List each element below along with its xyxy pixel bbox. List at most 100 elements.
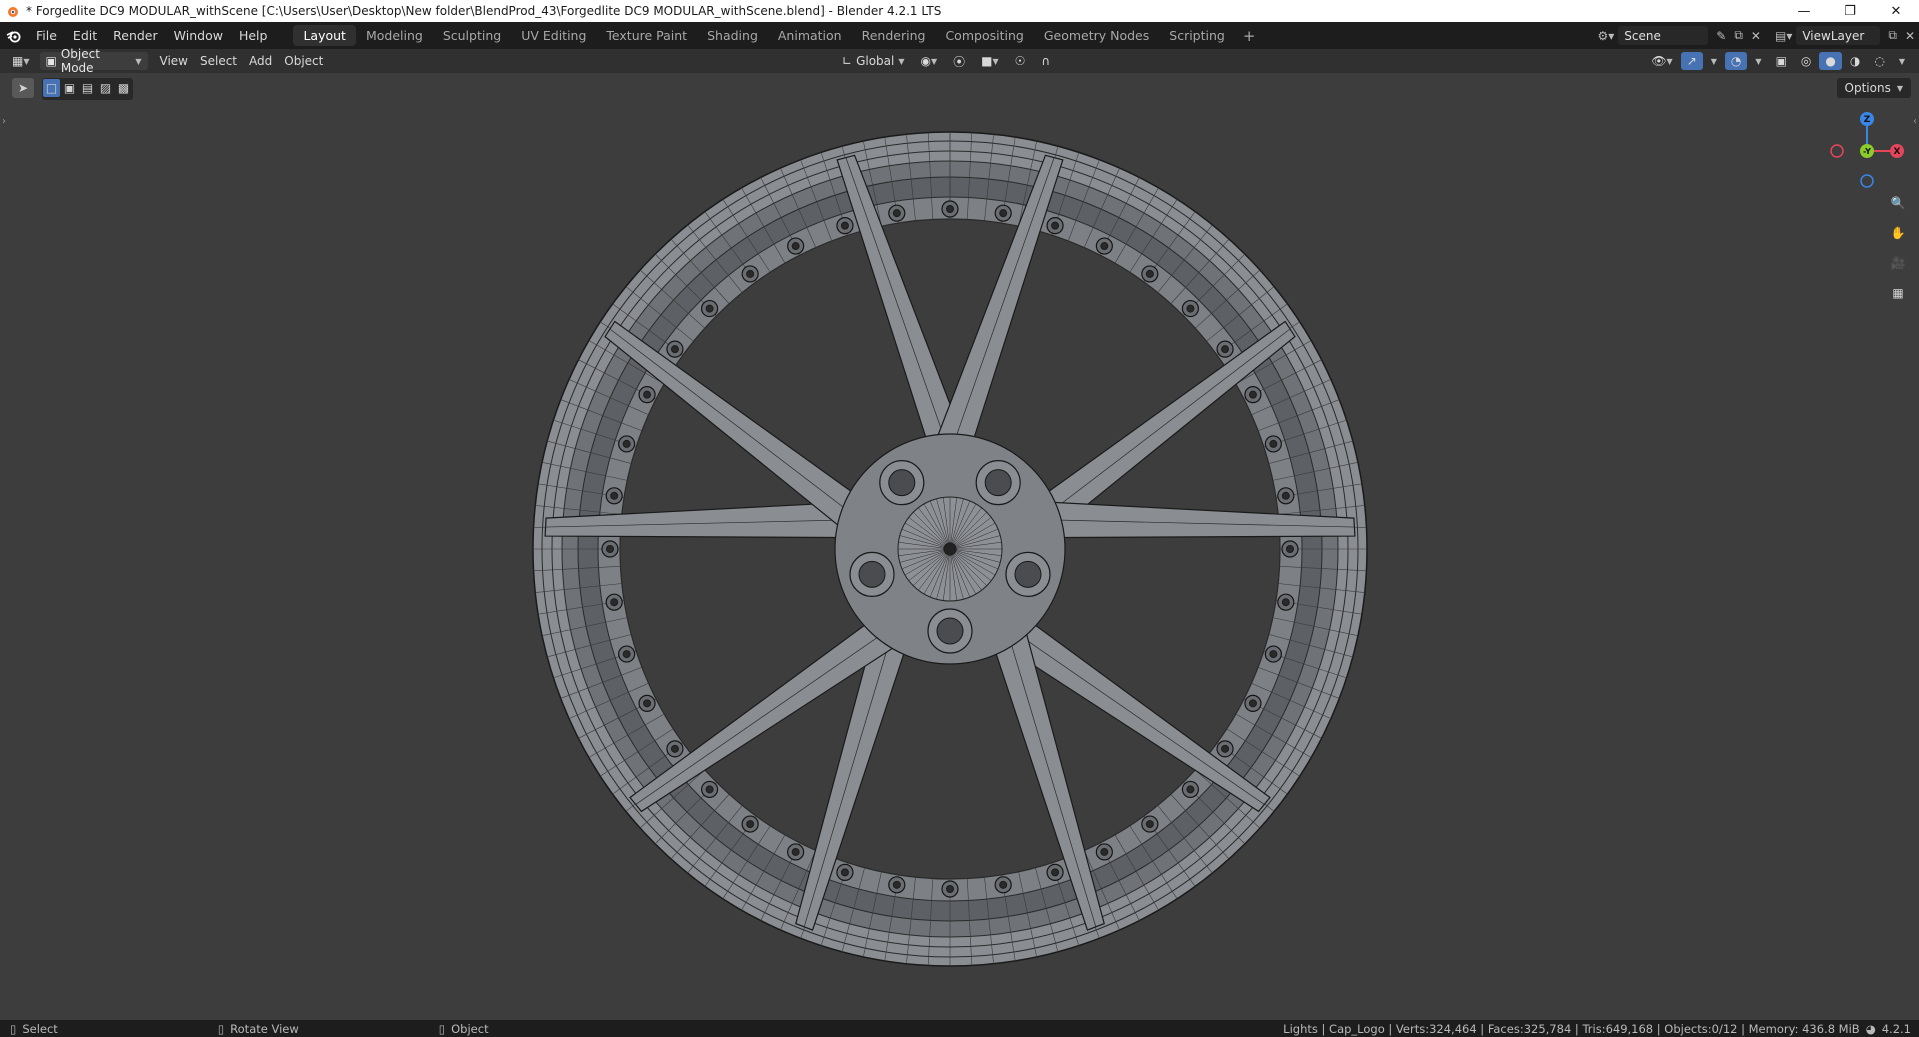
overlays-toggle-icon[interactable]: ◔ bbox=[1724, 52, 1748, 70]
gizmo-z-label: Z bbox=[1864, 115, 1871, 125]
version-label: 4.2.1 bbox=[1881, 1021, 1911, 1036]
snap-target-icon[interactable]: ■ ▼ bbox=[975, 52, 1005, 70]
pin-scene-icon[interactable]: ✎ bbox=[1712, 29, 1730, 43]
scene-type-icon[interactable]: ⚙▾ bbox=[1594, 29, 1619, 43]
menu-view[interactable]: View bbox=[154, 52, 194, 70]
close-window-button[interactable]: ✕ bbox=[1873, 0, 1919, 22]
tab-texture-paint[interactable]: Texture Paint bbox=[596, 25, 697, 46]
menu-edit[interactable]: Edit bbox=[65, 28, 105, 43]
status-bar: ▯ Select ▯ Rotate View ▯ Object Lights |… bbox=[0, 1020, 1919, 1037]
delete-view-layer-icon[interactable]: ✕ bbox=[1901, 29, 1919, 43]
overlays-dropdown-icon[interactable]: ▼ bbox=[1749, 52, 1767, 70]
status-hint-select: ▯ Select bbox=[10, 1022, 58, 1036]
tab-scripting[interactable]: Scripting bbox=[1159, 25, 1235, 46]
viewport-header: ▦ ▼ ▣ Object Mode ▼ View Select Add Objec… bbox=[0, 47, 1919, 75]
window-title: * Forgedlite DC9 MODULAR_withScene [C:\U… bbox=[26, 4, 942, 18]
sidebar-expand-icon[interactable]: ‹ bbox=[1913, 116, 1917, 127]
falloff-icon[interactable]: ∩ bbox=[1035, 52, 1056, 70]
tab-shading[interactable]: Shading bbox=[697, 25, 768, 46]
hint-object-label: Object bbox=[451, 1021, 489, 1036]
options-dropdown[interactable]: Options ▼ bbox=[1836, 78, 1911, 98]
object-mode-icon: ▣ bbox=[45, 54, 57, 68]
globe-icon: ◕ bbox=[1865, 1021, 1876, 1036]
viewport-display-controls: 👁 ▼ ↗ ▼ ◔ ▼ ▣ ◎ ● ◑ ◌ ▼ bbox=[1645, 52, 1911, 70]
material-shading-icon[interactable]: ◑ bbox=[1844, 52, 1866, 70]
chevron-down-icon: ▼ bbox=[135, 56, 142, 66]
visibility-icon[interactable]: 👁 ▼ bbox=[1645, 52, 1678, 70]
toolbar-expand-icon[interactable]: › bbox=[2, 116, 6, 127]
navigation-gizmo[interactable]: Z X -Y bbox=[1827, 111, 1907, 191]
mouse-middle-icon: ▯ bbox=[217, 1021, 225, 1036]
workspace-tabs: Layout Modeling Sculpting UV Editing Tex… bbox=[293, 22, 1263, 49]
menu-file[interactable]: File bbox=[28, 28, 65, 43]
pivot-point-icon[interactable]: ◉ ▼ bbox=[915, 52, 944, 70]
snap-icon[interactable]: ⦿ bbox=[947, 52, 971, 70]
solid-shading-icon[interactable]: ● bbox=[1819, 52, 1842, 70]
add-workspace-icon[interactable]: + bbox=[1235, 27, 1264, 45]
orientation-dropdown[interactable]: ∟ Global ▼ bbox=[836, 52, 911, 70]
transform-controls: ∟ Global ▼ ◉ ▼ ⦿ ■ ▼ ☉ ∩ bbox=[836, 52, 1056, 70]
menu-select[interactable]: Select bbox=[194, 52, 243, 70]
mode-label: Object Mode bbox=[60, 47, 100, 75]
menu-add[interactable]: Add bbox=[243, 52, 278, 70]
tab-sculpting[interactable]: Sculpting bbox=[433, 25, 511, 46]
view-layer-type-icon[interactable]: ▤▾ bbox=[1771, 29, 1796, 43]
delete-scene-icon[interactable]: ✕ bbox=[1747, 29, 1765, 43]
hint-rotate-label: Rotate View bbox=[230, 1021, 299, 1036]
editor-type-icon[interactable]: ▦ ▼ bbox=[6, 52, 36, 70]
gizmo-x-label: X bbox=[1894, 147, 1901, 157]
3d-viewport[interactable]: Z X -Y 🔍 ✋ 🎥 ▦ bbox=[0, 73, 1919, 1020]
minimize-button[interactable]: — bbox=[1781, 0, 1827, 22]
selection-mode-buttons: □ ▣ ▤ ▨ ▩ bbox=[42, 78, 133, 100]
tab-geometry-nodes[interactable]: Geometry Nodes bbox=[1034, 25, 1159, 46]
select-extend-icon[interactable]: ▣ bbox=[61, 79, 78, 97]
select-new-icon[interactable]: □ bbox=[43, 79, 60, 97]
hint-select-label: Select bbox=[22, 1021, 58, 1036]
new-view-layer-icon[interactable]: ⧉ bbox=[1884, 28, 1901, 43]
blender-menu-icon[interactable] bbox=[0, 29, 28, 43]
select-invert-icon[interactable]: ▨ bbox=[97, 79, 114, 97]
gizmo-dropdown-icon[interactable]: ▼ bbox=[1705, 52, 1723, 70]
scene-statistics: Lights | Cap_Logo | Verts:324,464 | Face… bbox=[1283, 1020, 1911, 1037]
scene-name-field[interactable]: Scene bbox=[1618, 26, 1709, 45]
top-bar: File Edit Render Window Help Layout Mode… bbox=[0, 22, 1919, 49]
stats-text: Lights | Cap_Logo | Verts:324,464 | Face… bbox=[1283, 1021, 1860, 1036]
proportional-edit-icon[interactable]: ☉ bbox=[1009, 52, 1032, 70]
menu-window[interactable]: Window bbox=[166, 28, 231, 43]
tab-layout[interactable]: Layout bbox=[293, 25, 356, 46]
menu-help[interactable]: Help bbox=[231, 28, 276, 43]
select-intersect-icon[interactable]: ▩ bbox=[115, 79, 132, 97]
gizmo-toggle-icon[interactable]: ↗ bbox=[1680, 52, 1703, 70]
select-subtract-icon[interactable]: ▤ bbox=[79, 79, 96, 97]
menu-object[interactable]: Object bbox=[278, 52, 329, 70]
perspective-toggle-icon[interactable]: ▦ bbox=[1885, 281, 1911, 305]
wheel-mesh-wireframe bbox=[532, 131, 1368, 967]
gizmo-y-label: -Y bbox=[1863, 147, 1871, 156]
menu-render[interactable]: Render bbox=[105, 28, 166, 43]
window-controls: — ❐ ✕ bbox=[1781, 0, 1919, 22]
xray-toggle-icon[interactable]: ▣ bbox=[1770, 52, 1793, 70]
new-scene-icon[interactable]: ⧉ bbox=[1730, 28, 1747, 43]
view-layer-field[interactable]: ViewLayer bbox=[1796, 26, 1881, 45]
scene-selector-area: ⚙▾ Scene ✎ ⧉ ✕ ▤▾ ViewLayer ⧉ ✕ bbox=[1594, 22, 1919, 49]
zoom-icon[interactable]: 🔍 bbox=[1885, 191, 1911, 215]
status-hint-rotate: ▯ Rotate View bbox=[218, 1022, 299, 1036]
tab-compositing[interactable]: Compositing bbox=[935, 25, 1033, 46]
mouse-right-icon: ▯ bbox=[438, 1021, 446, 1036]
orientation-icon: ∟ bbox=[842, 54, 853, 68]
tab-rendering[interactable]: Rendering bbox=[852, 25, 936, 46]
select-tool-icon[interactable]: ➤ bbox=[12, 78, 34, 98]
view-layer-name: ViewLayer bbox=[1802, 28, 1865, 43]
wireframe-shading-icon[interactable]: ◎ bbox=[1795, 52, 1817, 70]
tab-animation[interactable]: Animation bbox=[768, 25, 852, 46]
restore-button[interactable]: ❐ bbox=[1827, 0, 1873, 22]
pan-hand-icon[interactable]: ✋ bbox=[1885, 221, 1911, 245]
rendered-shading-icon[interactable]: ◌ bbox=[1868, 52, 1890, 70]
shading-dropdown-icon[interactable]: ▼ bbox=[1893, 52, 1911, 70]
mouse-left-icon: ▯ bbox=[10, 1021, 17, 1036]
mode-dropdown[interactable]: ▣ Object Mode ▼ bbox=[39, 47, 148, 75]
tab-modeling[interactable]: Modeling bbox=[356, 25, 433, 46]
camera-view-icon[interactable]: 🎥 bbox=[1885, 251, 1911, 275]
scene-name: Scene bbox=[1624, 28, 1661, 43]
tab-uv-editing[interactable]: UV Editing bbox=[511, 25, 596, 46]
